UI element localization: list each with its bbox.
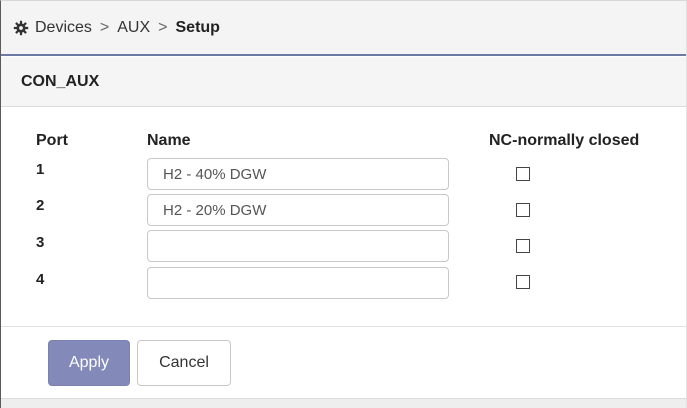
port-1-nc-checkbox[interactable] xyxy=(516,167,530,181)
gear-icon xyxy=(13,20,29,35)
breadcrumb-devices[interactable]: Devices xyxy=(35,19,92,37)
port-3-name-input[interactable] xyxy=(147,230,449,262)
breadcrumb-current: Setup xyxy=(175,18,220,36)
port-number: 3 xyxy=(36,234,45,251)
breadcrumb-aux[interactable]: AUX xyxy=(117,19,150,37)
apply-button[interactable]: Apply xyxy=(48,340,130,386)
breadcrumb-separator: > xyxy=(158,18,168,36)
port-4-nc-checkbox[interactable] xyxy=(516,275,530,289)
port-2-nc-checkbox[interactable] xyxy=(516,203,530,217)
port-number: 2 xyxy=(36,197,45,214)
bottom-strip xyxy=(1,398,686,408)
breadcrumb-separator: > xyxy=(99,18,110,36)
column-header-name: Name xyxy=(147,132,191,149)
section-title: CON_AUX xyxy=(1,57,686,107)
port-number: 4 xyxy=(36,271,45,288)
port-3-nc-checkbox[interactable] xyxy=(516,239,530,253)
port-4-name-input[interactable] xyxy=(147,267,449,299)
port-2-name-input[interactable] xyxy=(147,194,449,226)
cancel-button[interactable]: Cancel xyxy=(137,340,231,386)
column-header-port: Port xyxy=(36,132,68,149)
breadcrumb: Devices > AUX > Setup xyxy=(1,1,686,56)
port-1-name-input[interactable] xyxy=(147,158,449,190)
port-number: 1 xyxy=(36,161,45,178)
column-header-nc: NC-normally closed xyxy=(489,132,640,149)
